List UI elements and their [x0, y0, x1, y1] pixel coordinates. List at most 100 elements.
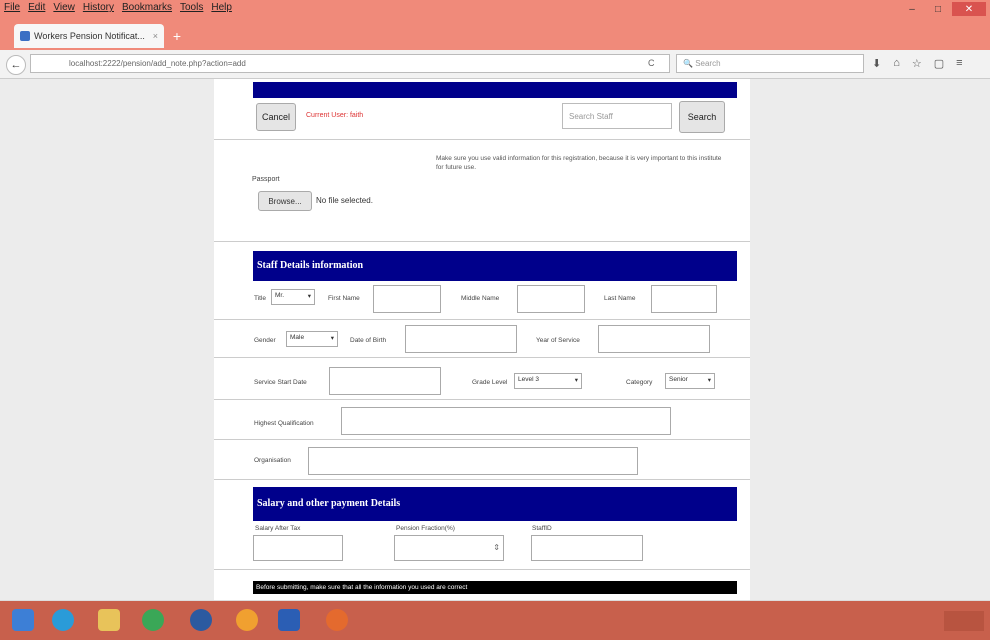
first-name-label: First Name: [328, 295, 360, 302]
category-select-value: Senior: [669, 376, 688, 383]
file-explorer-icon[interactable]: [98, 609, 120, 631]
search-staff-input[interactable]: Search Staff: [562, 103, 672, 129]
divider: [214, 439, 750, 440]
pocket-icon[interactable]: ▢: [934, 57, 944, 70]
registration-notice: Make sure you use valid information for …: [436, 155, 722, 171]
reload-icon[interactable]: C: [648, 58, 655, 68]
word-icon[interactable]: [278, 609, 300, 631]
menu-tools[interactable]: Tools: [180, 2, 203, 16]
title-select-value: Mr.: [275, 292, 285, 299]
search-button[interactable]: Search: [679, 101, 725, 133]
qualification-label: Highest Qualification: [254, 420, 314, 427]
browse-file-button[interactable]: Browse...: [258, 191, 312, 211]
gender-select-value: Male: [290, 334, 305, 341]
pension-fraction-input[interactable]: ⇕: [394, 535, 504, 561]
salary-section-heading: Salary and other payment Details: [253, 487, 737, 521]
navigation-bar: ← localhost:2222/pension/add_note.php?ac…: [0, 50, 990, 79]
pension-fraction-label: Pension Fraction(%): [396, 525, 455, 532]
menu-bar: File Edit View History Bookmarks Tools H…: [4, 2, 232, 16]
internet-explorer-icon[interactable]: [52, 609, 74, 631]
menu-history[interactable]: History: [83, 2, 114, 16]
browser-search-placeholder: Search: [695, 59, 721, 68]
chevron-down-icon: ▾: [574, 377, 578, 384]
current-user-label: Current User: faith: [306, 112, 364, 119]
service-start-label: Service Start Date: [254, 379, 307, 386]
maximize-button[interactable]: □: [926, 2, 950, 16]
chevron-down-icon: ▾: [307, 293, 311, 300]
divider: [214, 569, 750, 570]
last-name-label: Last Name: [604, 295, 636, 302]
chevron-down-icon: ▾: [707, 377, 711, 384]
browser-tab[interactable]: Workers Pension Notificat... ×: [14, 24, 164, 48]
toolbar-icons: ⬇ ⌂ ☆ ▢ ≡: [872, 57, 963, 70]
middle-name-label: Middle Name: [461, 295, 500, 302]
divider: [214, 139, 750, 140]
browser-titlebar: File Edit View History Bookmarks Tools H…: [0, 0, 990, 52]
downloads-icon[interactable]: ⬇: [872, 57, 881, 70]
window-controls: – □ ✕: [900, 2, 986, 16]
category-label: Category: [626, 379, 653, 386]
grade-level-select-value: Level 3: [518, 376, 539, 383]
firefox-icon[interactable]: [190, 609, 212, 631]
staff-id-input[interactable]: [531, 535, 643, 561]
home-icon[interactable]: ⌂: [893, 57, 900, 70]
divider: [214, 479, 750, 480]
divider: [214, 319, 750, 320]
minimize-button[interactable]: –: [900, 2, 924, 16]
chevron-down-icon: ▾: [330, 335, 334, 342]
gender-label: Gender: [254, 337, 276, 344]
header-bar: [253, 82, 737, 98]
menu-file[interactable]: File: [4, 2, 20, 16]
hamburger-menu-icon[interactable]: ≡: [956, 57, 962, 70]
tab-close-icon[interactable]: ×: [153, 31, 158, 41]
clock-area[interactable]: [944, 611, 984, 631]
salary-after-tax-label: Salary After Tax: [255, 525, 301, 532]
chrome-icon[interactable]: [142, 609, 164, 631]
url-bar[interactable]: localhost:2222/pension/add_note.php?acti…: [30, 54, 670, 73]
salary-after-tax-input[interactable]: [253, 535, 343, 561]
organisation-input[interactable]: [308, 447, 638, 475]
category-select[interactable]: Senior ▾: [665, 373, 715, 389]
menu-edit[interactable]: Edit: [28, 2, 45, 16]
tab-title: Workers Pension Notificat...: [34, 31, 145, 41]
first-name-input[interactable]: [373, 285, 441, 313]
grade-level-select[interactable]: Level 3 ▾: [514, 373, 582, 389]
browser-search-input[interactable]: 🔍 Search: [676, 54, 864, 73]
media-app-icon[interactable]: [236, 609, 258, 631]
form-container: Cancel Current User: faith Search Staff …: [214, 79, 750, 600]
staff-section-heading: Staff Details information: [253, 251, 737, 281]
dob-label: Date of Birth: [350, 337, 387, 344]
menu-help[interactable]: Help: [211, 2, 232, 16]
gender-select[interactable]: Male ▾: [286, 331, 338, 347]
menu-view[interactable]: View: [53, 2, 75, 16]
years-of-service-input[interactable]: [598, 325, 710, 353]
page-background: Cancel Current User: faith Search Staff …: [0, 79, 990, 600]
passport-label: Passport: [252, 176, 280, 183]
spinner-icon[interactable]: ⇕: [493, 543, 500, 552]
service-start-input[interactable]: [329, 367, 441, 395]
submit-warning-bar: Before submitting, make sure that all th…: [253, 581, 737, 594]
system-tray-icons[interactable]: [874, 614, 938, 626]
divider: [214, 357, 750, 358]
last-name-input[interactable]: [651, 285, 717, 313]
title-label: Title: [254, 295, 267, 302]
windows-taskbar: [0, 601, 990, 640]
windows-start-icon[interactable]: [12, 609, 34, 631]
title-select[interactable]: Mr. ▾: [271, 289, 315, 305]
menu-bookmarks[interactable]: Bookmarks: [122, 2, 172, 16]
staff-id-label: StaffID: [532, 525, 552, 532]
qualification-input[interactable]: [341, 407, 671, 435]
back-arrow-icon[interactable]: ←: [6, 55, 26, 75]
new-tab-button[interactable]: +: [168, 28, 186, 44]
cancel-button[interactable]: Cancel: [256, 103, 296, 131]
firefox-active-icon[interactable]: [326, 609, 348, 631]
favicon-icon: [20, 31, 30, 41]
divider: [214, 241, 750, 242]
grade-level-label: Grade Level: [472, 379, 508, 386]
years-of-service-label: Year of Service: [536, 337, 580, 344]
close-window-button[interactable]: ✕: [952, 2, 986, 16]
bookmark-star-icon[interactable]: ☆: [912, 57, 922, 70]
middle-name-input[interactable]: [517, 285, 585, 313]
dob-input[interactable]: [405, 325, 517, 353]
divider: [214, 399, 750, 400]
